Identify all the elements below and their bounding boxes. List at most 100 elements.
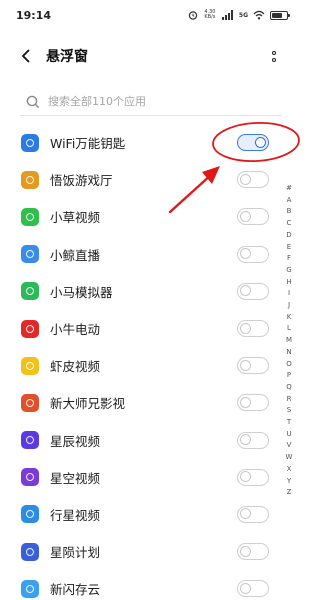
toggle-knob: [240, 248, 251, 260]
alphabet-index[interactable]: # A B C D E F G H I J K L M N O P Q R S T U V W X Y Z: [284, 183, 294, 499]
back-button[interactable]: [14, 44, 38, 68]
more-options-button[interactable]: [266, 43, 282, 69]
app-row[interactable]: 小鲸直播: [0, 236, 300, 273]
flash-cloud-icon: [21, 579, 39, 598]
app-row[interactable]: 小马模拟器: [0, 273, 300, 310]
floating-window-toggle[interactable]: [237, 208, 269, 226]
floating-window-toggle[interactable]: [237, 245, 269, 263]
index-letter[interactable]: K: [287, 312, 292, 324]
floating-window-toggle[interactable]: [237, 543, 269, 561]
app-list: WiFi万能钥匙悟饭游戏厅小草视频小鲸直播 小马模拟器小牛电动虾皮视频新大师兄影视…: [0, 124, 300, 600]
index-letter[interactable]: O: [286, 359, 292, 371]
app-name: 新闪存云: [50, 582, 101, 598]
toggle-knob: [240, 434, 251, 446]
index-letter[interactable]: M: [286, 335, 292, 347]
toggle-knob: [240, 322, 251, 334]
index-letter[interactable]: S: [287, 405, 291, 417]
index-letter[interactable]: Z: [287, 487, 292, 499]
toggle-knob: [255, 136, 266, 148]
app-row[interactable]: WiFi万能钥匙: [0, 124, 300, 161]
index-letter[interactable]: N: [286, 347, 291, 359]
wifi-icon: [253, 10, 265, 20]
app-name: 行星视频: [50, 507, 101, 523]
app-row[interactable]: 新大师兄影视: [0, 384, 300, 421]
floating-window-toggle[interactable]: [237, 357, 269, 375]
toggle-knob: [240, 359, 251, 371]
toggle-knob: [240, 173, 251, 185]
app-name: 小草视频: [50, 210, 101, 226]
planet-video-icon: [21, 505, 39, 524]
index-letter[interactable]: U: [286, 429, 291, 441]
app-name: 虾皮视频: [50, 359, 101, 375]
index-letter[interactable]: B: [287, 206, 292, 218]
app-row[interactable]: 悟饭游戏厅: [0, 161, 300, 198]
floating-window-toggle[interactable]: [237, 431, 269, 449]
index-letter[interactable]: H: [286, 277, 291, 289]
index-letter[interactable]: Q: [286, 382, 292, 394]
star-video-icon: [21, 431, 39, 450]
floating-window-toggle[interactable]: [237, 171, 269, 189]
app-row[interactable]: 行星视频: [0, 496, 300, 533]
floating-window-toggle[interactable]: [237, 320, 269, 338]
back-arrow-icon: [22, 49, 30, 63]
page-title: 悬浮窗: [46, 49, 88, 65]
more-dot-icon: [272, 50, 276, 55]
index-letter[interactable]: D: [286, 230, 291, 242]
app-row[interactable]: 星辰视频: [0, 422, 300, 459]
cellular-signal-icon: [221, 10, 233, 20]
index-letter[interactable]: W: [286, 452, 293, 464]
app-name: 新大师兄影视: [50, 396, 126, 412]
status-time: 19:14: [16, 9, 52, 22]
wifi-key-icon: [21, 133, 39, 152]
index-letter[interactable]: T: [287, 417, 291, 429]
floating-window-toggle[interactable]: [237, 282, 269, 300]
app-row[interactable]: 星陨计划: [0, 533, 300, 570]
toggle-knob: [240, 582, 251, 594]
starry-video-icon: [21, 468, 39, 487]
shrimp-video-icon: [21, 356, 39, 375]
toggle-knob: [240, 210, 251, 222]
index-letter[interactable]: E: [287, 242, 291, 254]
index-letter[interactable]: A: [287, 195, 292, 207]
index-letter[interactable]: Y: [287, 476, 291, 488]
index-letter[interactable]: V: [287, 440, 292, 452]
index-letter[interactable]: X: [287, 464, 292, 476]
more-dot-icon: [272, 57, 276, 62]
app-row[interactable]: 小草视频: [0, 198, 300, 235]
status-icons: 4.30 KB/s 5G: [188, 8, 290, 22]
app-row[interactable]: 虾皮视频: [0, 347, 300, 384]
battery-icon: [270, 10, 290, 20]
index-letter[interactable]: J: [288, 300, 290, 312]
index-letter[interactable]: I: [288, 288, 290, 300]
niu-electric-icon: [21, 319, 39, 338]
index-letter[interactable]: F: [287, 253, 291, 265]
whale-live-icon: [21, 245, 39, 264]
app-name: 悟饭游戏厅: [50, 173, 113, 189]
floating-window-toggle[interactable]: [237, 134, 269, 152]
index-letter[interactable]: G: [286, 265, 291, 277]
search-bar[interactable]: [20, 88, 282, 116]
floating-window-toggle[interactable]: [237, 394, 269, 412]
toggle-knob: [240, 508, 251, 520]
floating-window-toggle[interactable]: [237, 505, 269, 523]
meteor-plan-icon: [21, 542, 39, 561]
toggle-knob: [240, 471, 251, 483]
app-name: 星辰视频: [50, 433, 101, 449]
index-letter[interactable]: R: [287, 394, 292, 406]
wufan-game-icon: [21, 170, 39, 189]
search-input[interactable]: [48, 95, 248, 108]
floating-window-toggle[interactable]: [237, 468, 269, 486]
app-name: 星陨计划: [50, 545, 101, 561]
app-row[interactable]: 小牛电动: [0, 310, 300, 347]
index-letter[interactable]: C: [287, 218, 292, 230]
app-row[interactable]: 星空视频: [0, 459, 300, 496]
toggle-knob: [240, 545, 251, 557]
header: 悬浮窗: [0, 36, 300, 76]
app-row[interactable]: 新闪存云: [0, 570, 300, 600]
net-speed: 4.30 KB/s: [204, 9, 216, 20]
index-letter[interactable]: #: [286, 183, 292, 195]
index-letter[interactable]: P: [287, 370, 291, 382]
app-name: 小牛电动: [50, 322, 101, 338]
index-letter[interactable]: L: [287, 323, 291, 335]
floating-window-toggle[interactable]: [237, 580, 269, 598]
